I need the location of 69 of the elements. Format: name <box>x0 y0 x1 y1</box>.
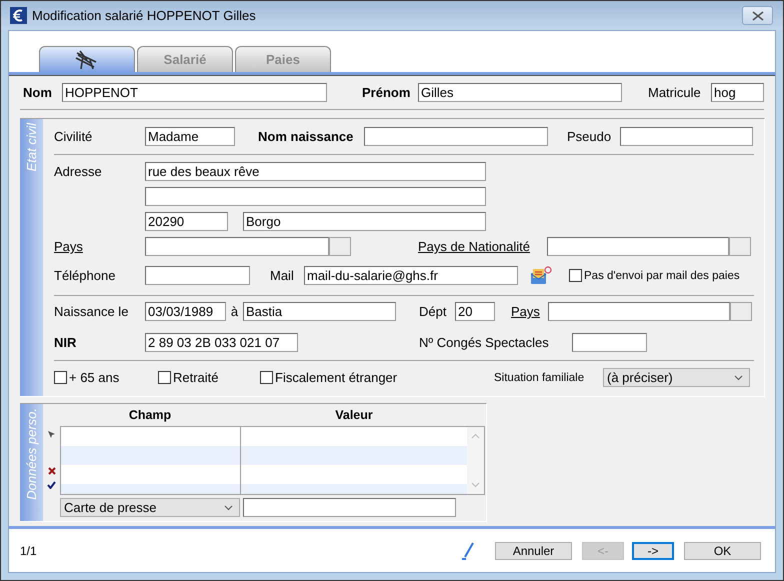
app-icon <box>10 7 27 24</box>
field-label: Adresse <box>54 164 103 179</box>
pseudo-field[interactable] <box>620 127 753 146</box>
title-field[interactable]: Madame <box>145 127 235 146</box>
field-label: à <box>230 304 240 319</box>
pen-icon[interactable] <box>461 542 475 560</box>
check-icon[interactable] <box>47 481 56 489</box>
email-field[interactable]: mail-du-salarie@ghs.fr <box>304 266 518 285</box>
nationality-field[interactable] <box>547 237 729 256</box>
column-header: Champ <box>128 408 172 422</box>
field-label: Nom naissance <box>258 129 354 144</box>
employee-id-field[interactable]: hog <box>711 83 764 102</box>
checkbox-label: Fiscalement étranger <box>275 370 398 385</box>
checkbox-label: Pas d'envoi par mail des paies <box>584 270 740 282</box>
country-link[interactable]: Pays <box>54 239 145 254</box>
close-button[interactable] <box>742 6 773 25</box>
conges-field[interactable] <box>572 333 647 352</box>
chevron-down-icon[interactable] <box>734 374 743 380</box>
dialog-button[interactable]: OK <box>684 542 761 560</box>
address-field[interactable]: rue des beaux rêve <box>145 162 486 181</box>
birth-place-field[interactable]: Bastia <box>243 302 396 321</box>
section-title: Etat civil <box>24 123 39 172</box>
birth-name-field[interactable] <box>364 127 548 146</box>
arrow-icon <box>48 431 55 438</box>
window-title: Modification salarié HOPPENOT Gilles <box>32 8 256 23</box>
checkbox[interactable] <box>158 371 171 384</box>
field-label: Naissance le <box>54 304 130 319</box>
checkbox[interactable] <box>260 371 273 384</box>
column-header: Valeur <box>334 408 374 422</box>
country-link[interactable]: Pays <box>511 304 548 319</box>
department-field[interactable]: 20 <box>455 302 495 321</box>
nationality-link[interactable]: Pays de Nationalité <box>418 239 547 254</box>
field-label: Nom <box>23 85 53 100</box>
dialog-button[interactable]: -> <box>632 542 674 560</box>
field-label: Matricule <box>648 85 702 100</box>
email-icon[interactable] <box>530 266 552 286</box>
checkbox-label: + 65 ans <box>69 370 120 385</box>
tab[interactable] <box>39 46 135 72</box>
value-field[interactable] <box>243 498 456 517</box>
field-label: NIR <box>54 335 78 350</box>
delete-icon[interactable] <box>48 467 56 475</box>
country-field[interactable] <box>145 237 329 256</box>
checkbox-label: Retraité <box>173 370 220 385</box>
record-counter: 1/1 <box>20 544 37 558</box>
city-field[interactable]: Borgo <box>243 212 486 231</box>
chevron-down-icon[interactable] <box>224 504 233 510</box>
birth-date-field[interactable]: 03/03/1989 <box>145 302 226 321</box>
field-label: Prénom <box>362 85 412 100</box>
field-label: Téléphone <box>54 268 116 283</box>
last-name-field[interactable]: HOPPENOT <box>62 83 327 102</box>
checkbox[interactable] <box>54 371 67 384</box>
birth-country-field[interactable] <box>548 302 730 321</box>
field-dropdown[interactable]: Carte de presse <box>60 498 240 517</box>
field-label: Dépt <box>419 304 448 319</box>
postal-code-field[interactable]: 20290 <box>145 212 228 231</box>
close-icon <box>752 10 764 20</box>
field-label: Mail <box>270 268 295 283</box>
field-label: Nº Congés Spectacles <box>419 335 550 350</box>
dialog-button[interactable]: Annuler <box>495 542 572 560</box>
phone-field[interactable] <box>145 266 250 285</box>
section-title: Données perso. <box>24 408 39 500</box>
family-status-dropdown[interactable]: (à préciser) <box>603 368 750 387</box>
nir-field[interactable]: 2 89 03 2B 033 021 07 <box>145 333 298 352</box>
address-field[interactable] <box>145 187 486 206</box>
checkbox[interactable] <box>569 269 582 282</box>
field-label: Civilité <box>54 129 94 144</box>
first-name-field[interactable]: Gilles <box>418 83 622 102</box>
field-label: Situation familiale <box>494 372 586 384</box>
field-label: Pseudo <box>567 129 612 144</box>
